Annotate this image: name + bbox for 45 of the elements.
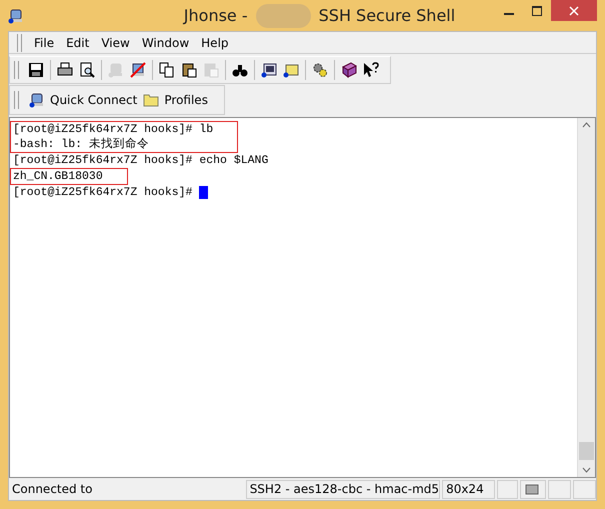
paste-icon (181, 62, 197, 78)
window-title: SSH Secure Shell (318, 6, 456, 25)
printer-icon (57, 62, 73, 78)
quick-connect-button[interactable]: Quick Connect (27, 90, 140, 110)
window-title: Jhonse - (184, 6, 248, 25)
disconnect-icon (130, 62, 146, 78)
gears-icon (312, 62, 328, 78)
status-panel (496, 480, 518, 498)
copy-icon (159, 62, 175, 78)
terminal-line: [root@iZ25fk64rx7Z hooks]# (13, 185, 194, 200)
toolbar-button[interactable] (361, 60, 381, 80)
computer-icon (108, 62, 124, 78)
menu-item[interactable]: Edit (66, 36, 90, 50)
computer-icon (8, 8, 24, 24)
close-icon (569, 6, 579, 16)
status-cipher: SSH2 - aes128-cbc - hmac-md5 (246, 480, 440, 498)
minimize-icon (504, 12, 514, 14)
binoculars-icon (232, 62, 248, 78)
status-size: 80x24 (442, 480, 495, 498)
context-help-icon (363, 62, 379, 78)
status-panel (573, 480, 596, 498)
folder-icon (143, 92, 160, 108)
close-button[interactable] (551, 0, 597, 21)
profiles-button[interactable]: Profiles (141, 90, 210, 110)
computer-icon (29, 92, 45, 108)
paste-icon (203, 62, 219, 78)
file-transfer-icon (283, 62, 299, 78)
toolbar-button[interactable] (128, 60, 148, 80)
print-preview-icon (79, 62, 95, 78)
terminal-line: [root@iZ25fk64rx7Z hooks]# echo $LANG (13, 153, 268, 168)
menu-item[interactable]: Window (142, 36, 190, 50)
terminal-icon (261, 62, 277, 78)
redacted-blur (256, 4, 311, 28)
terminal-line: zh_CN.GB18030 (13, 169, 103, 184)
menu-item[interactable]: View (101, 36, 130, 50)
menu-item[interactable]: File (34, 36, 54, 50)
scroll-thumb[interactable] (579, 442, 594, 460)
status-text: Connected to (11, 482, 94, 496)
toolbar-button[interactable] (26, 60, 46, 80)
save-icon (28, 62, 44, 78)
terminal-line: -bash: lb: 未找到命令 (13, 137, 149, 152)
status-panel (548, 480, 572, 498)
maximize-icon (532, 6, 542, 16)
menu-item[interactable]: Help (201, 36, 229, 50)
terminal-line: [root@iZ25fk64rx7Z hooks]# lb (13, 122, 214, 137)
